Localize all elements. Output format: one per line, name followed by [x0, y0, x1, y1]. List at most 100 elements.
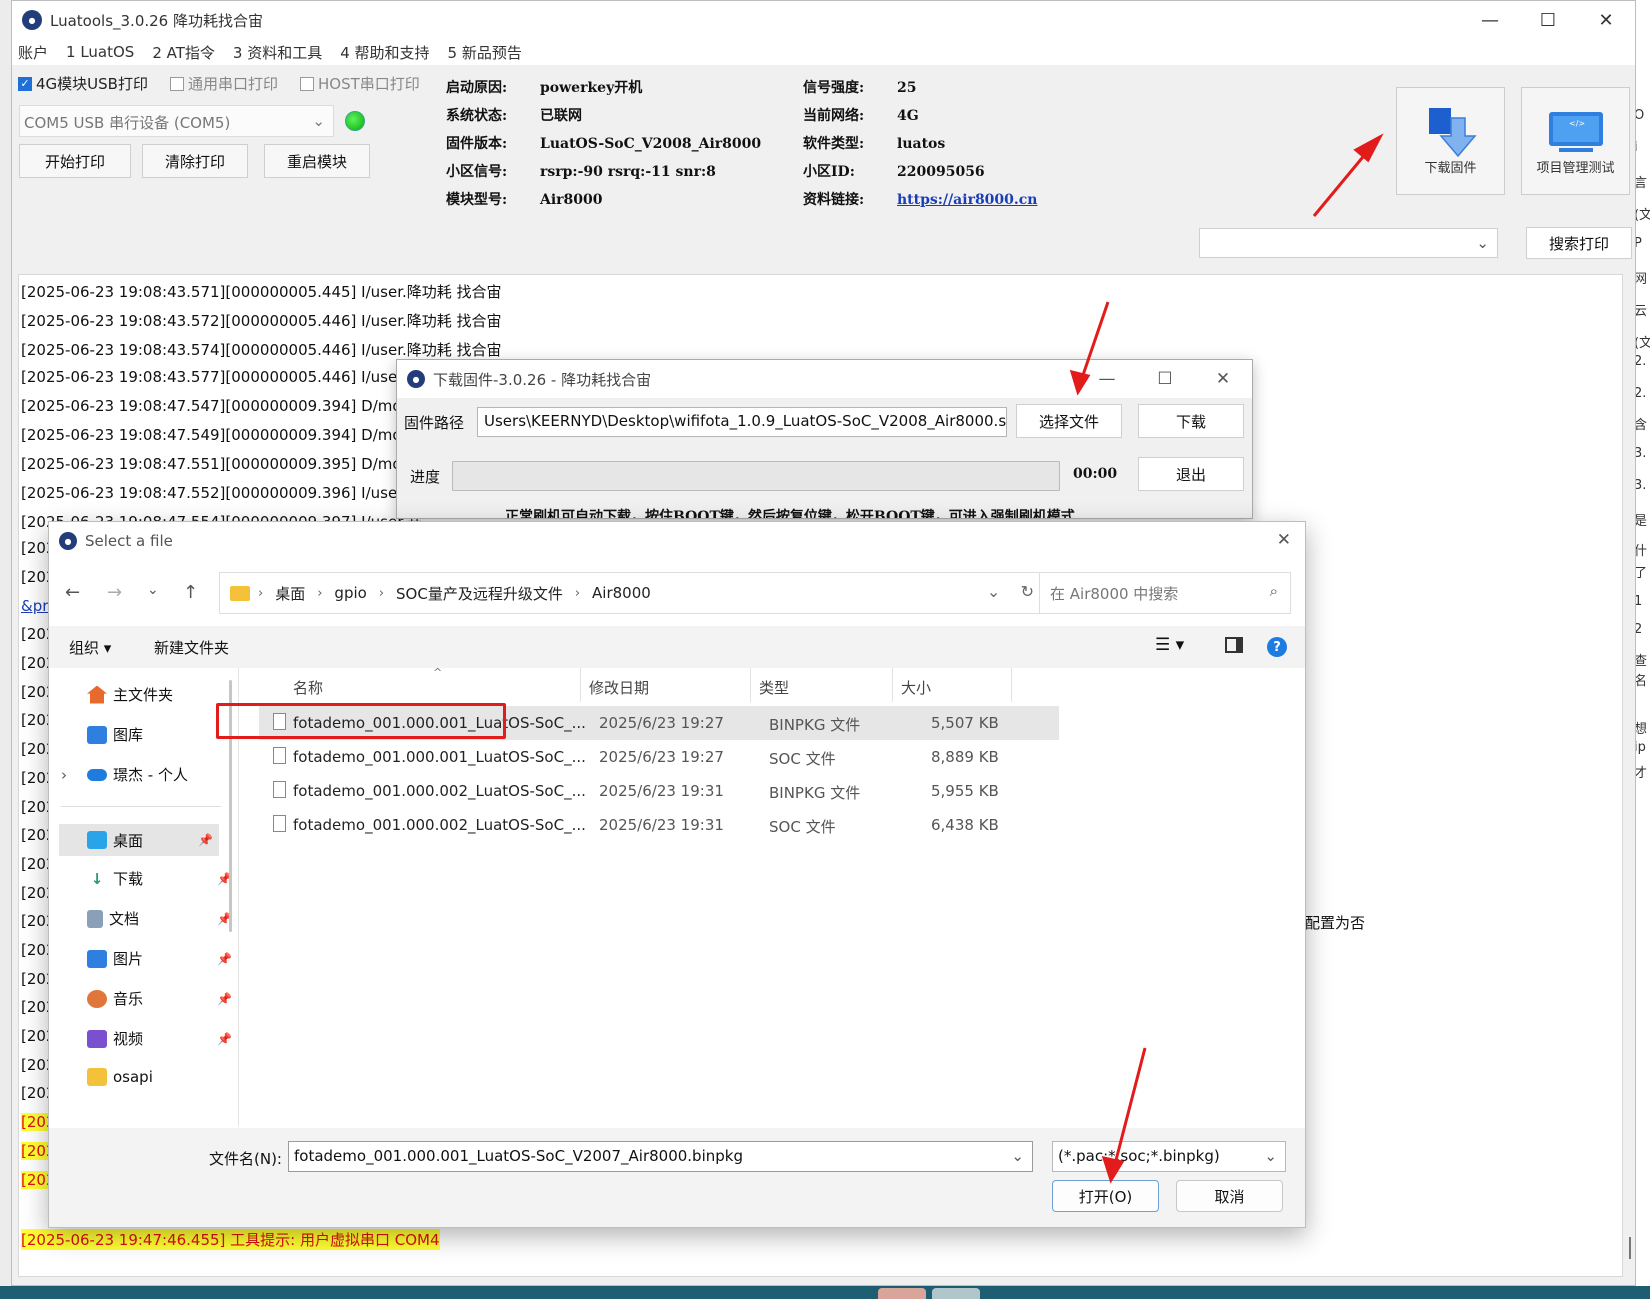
chevron-down-icon[interactable]: ⌄	[1011, 1147, 1024, 1165]
new-folder-button[interactable]: 新建文件夹	[154, 637, 229, 658]
com-port-value: COM5 USB 串行设备 (COM5)	[24, 114, 231, 132]
breadcrumb-separator-icon: ›	[574, 585, 581, 601]
column-divider[interactable]	[892, 668, 893, 702]
chevron-down-icon[interactable]: ⌄	[987, 582, 1000, 601]
menu-account[interactable]: 账户	[18, 42, 48, 63]
file-row[interactable]: fotademo_001.000.002_LuatOS-SoC_... 2025…	[259, 808, 1059, 842]
nav-osapi[interactable]: osapi	[87, 1068, 232, 1086]
log-line: [2025-06-23 19:08:47.551][000000009.395]…	[21, 455, 429, 473]
nav-home[interactable]: 主文件夹	[87, 684, 232, 705]
project-test-button[interactable]: </> 项目管理测试	[1521, 87, 1630, 195]
back-arrow-icon[interactable]: ←	[65, 582, 80, 603]
taskbar-app-button[interactable]	[932, 1288, 980, 1299]
resource-link[interactable]: https://air8000.cn	[897, 192, 1038, 208]
checkbox-uart-print[interactable]: 通用串口打印	[169, 73, 278, 94]
nav-documents[interactable]: 文档 📌	[87, 908, 232, 929]
minimize-icon[interactable]: —	[1078, 360, 1136, 398]
nav-label: 文档	[109, 910, 140, 928]
open-button[interactable]: 打开(O)	[1052, 1180, 1159, 1212]
search-input[interactable]: 在 Air8000 中搜索 ⌕	[1039, 572, 1291, 614]
column-name[interactable]: 名称	[293, 677, 323, 698]
info-value: 4G	[897, 108, 919, 124]
pictures-icon	[87, 949, 107, 968]
column-size[interactable]: 大小	[901, 677, 931, 698]
expand-chevron-icon[interactable]: ›	[61, 766, 67, 784]
close-icon[interactable]: ✕	[1194, 360, 1252, 398]
nav-desktop[interactable]: 桌面 📌	[59, 824, 219, 856]
menu-new-products[interactable]: 5 新品预告	[448, 42, 522, 63]
file-row[interactable]: fotademo_001.000.001_LuatOS-SoC_... 2025…	[259, 740, 1059, 774]
onedrive-icon	[87, 768, 107, 781]
column-divider[interactable]	[1011, 668, 1012, 702]
download-firmware-button[interactable]: 下载固件	[1396, 87, 1505, 195]
preview-pane-icon[interactable]	[1225, 637, 1243, 653]
column-date[interactable]: 修改日期	[589, 677, 649, 698]
nav-onedrive[interactable]: › 璟杰 - 个人	[61, 764, 232, 785]
checkbox-4g-usb-print[interactable]: ✓ 4G模块USB打印	[18, 73, 148, 94]
checkbox-host-print[interactable]: HOST串口打印	[299, 73, 420, 94]
choose-file-button[interactable]: 选择文件	[1016, 404, 1122, 438]
log-link[interactable]: &pr	[21, 597, 48, 615]
menu-help[interactable]: 4 帮助和支持	[340, 42, 429, 63]
restart-module-button[interactable]: 重启模块	[264, 144, 370, 178]
file-row[interactable]: fotademo_001.000.002_LuatOS-SoC_... 2025…	[259, 774, 1059, 808]
start-print-button[interactable]: 开始打印	[19, 144, 131, 178]
pin-icon[interactable]: 📌	[198, 833, 213, 847]
search-icon: ⌕	[1269, 582, 1278, 600]
close-icon[interactable]: ✕	[1577, 1, 1635, 39]
info-firmware-version: 固件版本: LuatOS-SoC_V2008_Air8000	[446, 133, 761, 153]
close-icon[interactable]: ✕	[1277, 530, 1291, 550]
breadcrumb-desktop[interactable]: 桌面	[275, 583, 305, 604]
column-divider[interactable]	[580, 668, 581, 702]
nav-gallery[interactable]: 图库	[87, 724, 232, 745]
download-button[interactable]: 下载	[1138, 404, 1244, 438]
folder-icon	[230, 585, 250, 601]
firmware-path-input[interactable]: Users\KEERNYD\Desktop\wififota_1.0.9_Lua…	[477, 407, 1007, 437]
organize-button[interactable]: 组织 ▾	[69, 637, 111, 658]
maximize-icon[interactable]: ☐	[1519, 1, 1577, 39]
file-name: fotademo_001.000.002_LuatOS-SoC_...	[293, 816, 586, 834]
column-divider[interactable]	[750, 668, 751, 702]
checkbox-unchecked-icon[interactable]	[299, 76, 314, 91]
help-icon[interactable]: ?	[1267, 637, 1287, 657]
taskbar-app-button[interactable]	[878, 1288, 926, 1299]
log-scrollbar[interactable]	[1629, 1237, 1631, 1259]
maximize-icon[interactable]: ☐	[1136, 360, 1194, 398]
forward-arrow-icon[interactable]: →	[107, 582, 122, 603]
minimize-icon[interactable]: —	[1461, 1, 1519, 39]
file-list-header: 名称 ^ 修改日期 类型 大小	[293, 666, 1063, 702]
info-value: LuatOS-SoC_V2008_Air8000	[540, 136, 762, 152]
menu-resources[interactable]: 3 资料和工具	[233, 42, 322, 63]
nav-music[interactable]: 音乐 📌	[87, 988, 232, 1009]
menu-at[interactable]: 2 AT指令	[152, 42, 215, 63]
breadcrumb[interactable]: › 桌面 › gpio › SOC量产及远程升级文件 › Air8000 ⌄ ↻	[219, 572, 1047, 614]
column-type[interactable]: 类型	[759, 677, 789, 698]
nav-pictures[interactable]: 图片 📌	[87, 948, 232, 969]
filetype-select[interactable]: (*.pac;*.soc;*.binpkg) ⌄	[1052, 1141, 1286, 1172]
com-port-select[interactable]: COM5 USB 串行设备 (COM5) ⌄	[19, 105, 334, 137]
pin-icon[interactable]: 📌	[217, 992, 232, 1006]
recent-chevron-icon[interactable]: ⌄	[147, 582, 159, 598]
nav-downloads[interactable]: ↓ 下载 📌	[87, 868, 232, 889]
menu-luatos[interactable]: 1 LuatOS	[66, 43, 134, 61]
checkbox-checked-icon[interactable]: ✓	[18, 76, 32, 91]
connection-status-led	[345, 111, 365, 131]
clear-print-button[interactable]: 清除打印	[142, 144, 248, 178]
filename-input[interactable]: fotademo_001.000.001_LuatOS-SoC_V2007_Ai…	[288, 1141, 1033, 1172]
view-options-icon[interactable]: ☰ ▾	[1155, 635, 1184, 655]
breadcrumb-gpio[interactable]: gpio	[334, 584, 366, 602]
pin-icon[interactable]: 📌	[217, 1032, 232, 1046]
search-combo[interactable]: ⌄	[1199, 228, 1498, 258]
up-arrow-icon[interactable]: ↑	[183, 582, 198, 603]
cancel-button[interactable]: 取消	[1176, 1180, 1283, 1212]
project-test-label: 项目管理测试	[1536, 161, 1615, 176]
refresh-icon[interactable]: ↻	[1021, 582, 1034, 601]
pin-icon[interactable]: 📌	[217, 952, 232, 966]
nav-videos[interactable]: 视频 📌	[87, 1028, 232, 1049]
checkbox-unchecked-icon[interactable]	[169, 76, 184, 91]
exit-button[interactable]: 退出	[1138, 457, 1244, 491]
breadcrumb-soc-folder[interactable]: SOC量产及远程升级文件	[396, 583, 563, 604]
breadcrumb-separator-icon: ›	[258, 585, 264, 601]
breadcrumb-air8000[interactable]: Air8000	[592, 584, 651, 602]
search-print-button[interactable]: 搜索打印	[1526, 227, 1632, 259]
